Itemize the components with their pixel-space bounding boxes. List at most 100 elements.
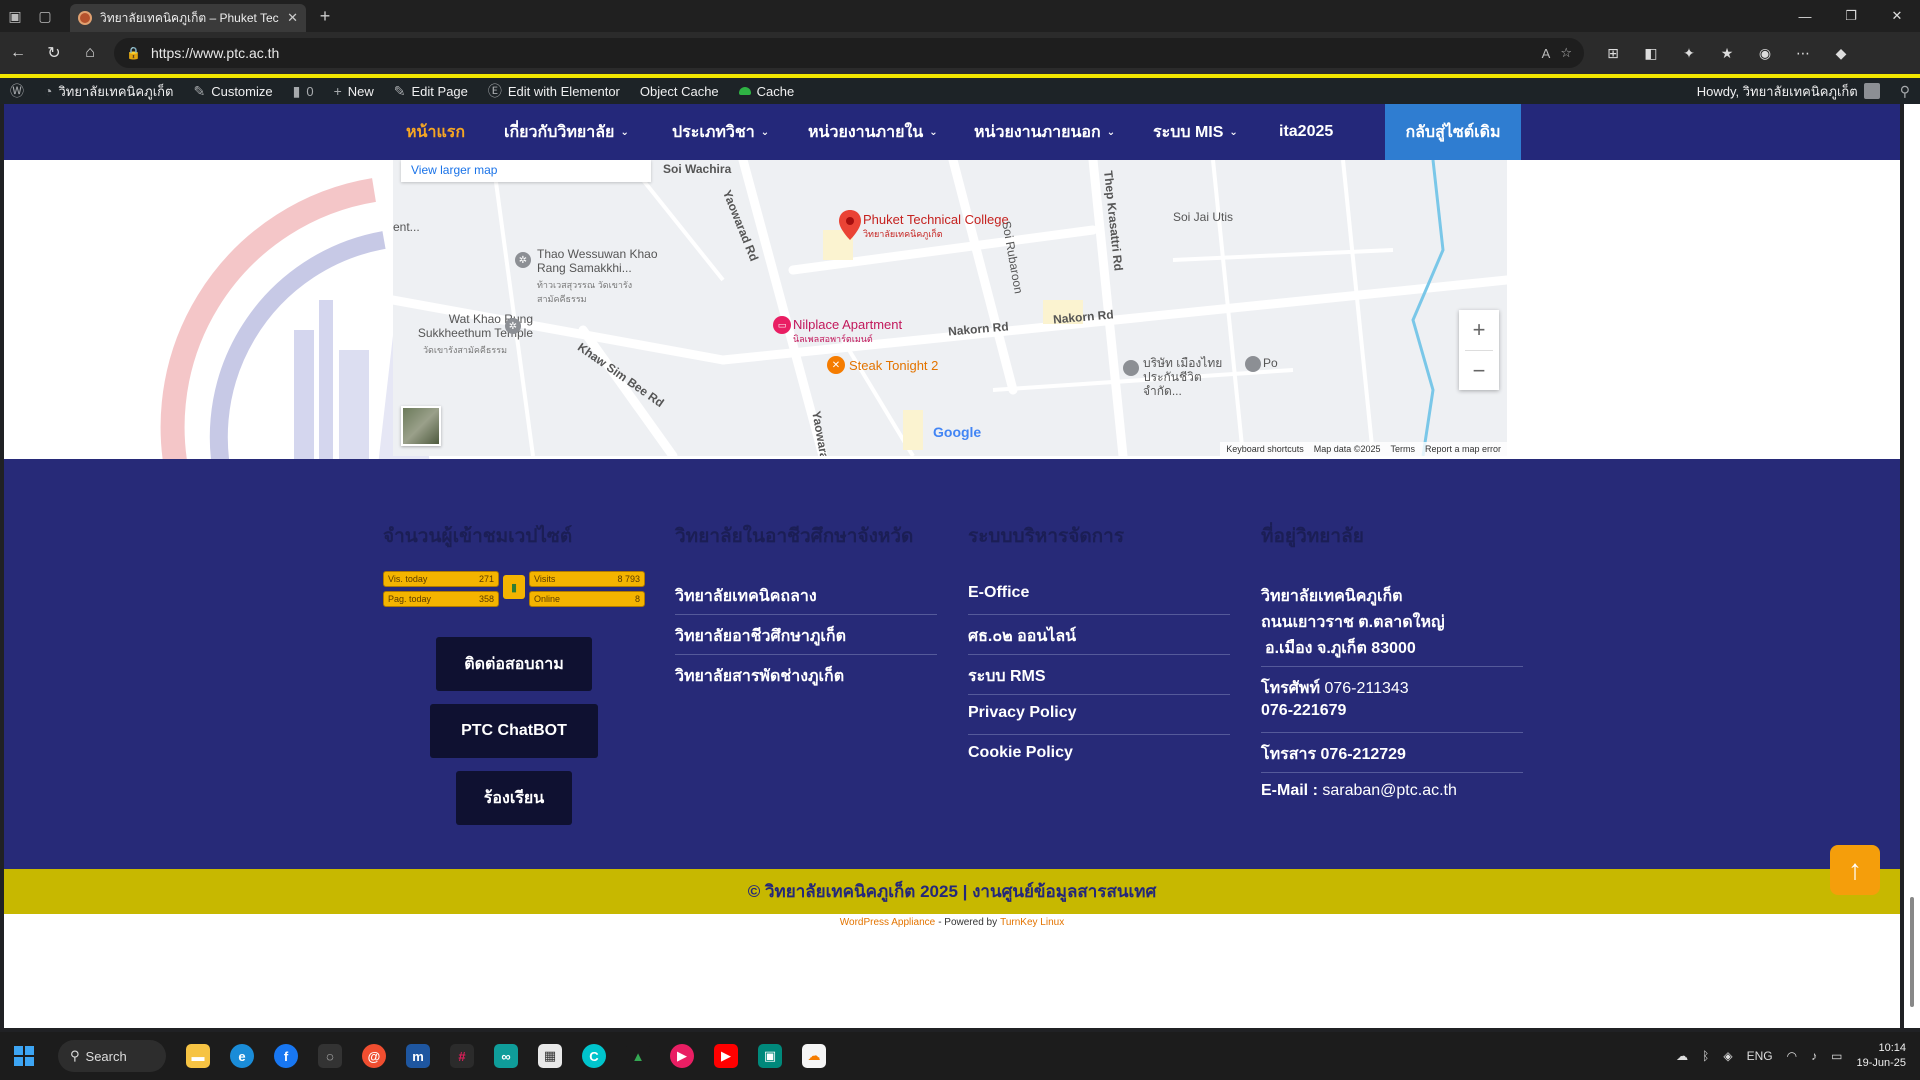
google-map[interactable]: View larger map Phuket Technical College… bbox=[393, 160, 1507, 456]
bluetooth-icon[interactable]: ᛒ bbox=[1702, 1049, 1709, 1063]
object-cache-menu[interactable]: Object Cache bbox=[630, 78, 729, 104]
nav-item-programs[interactable]: ประเภทวิชา ⌄ bbox=[672, 104, 769, 160]
lock-icon[interactable]: 🔒 bbox=[126, 46, 141, 60]
comments-link[interactable]: ▮ 0 bbox=[283, 78, 324, 104]
start-button[interactable] bbox=[0, 1032, 48, 1080]
battery-icon[interactable]: ▭ bbox=[1831, 1049, 1842, 1063]
temple-icon[interactable]: ✲ bbox=[515, 252, 531, 268]
app-swirl[interactable]: @ bbox=[352, 1032, 396, 1080]
apps-icon[interactable]: ⊞ bbox=[1594, 32, 1632, 74]
map-label-wessuwan[interactable]: Thao Wessuwan Khao Rang Samakkhi... bbox=[537, 247, 667, 275]
stats-chart-icon[interactable]: ▮ bbox=[503, 575, 525, 599]
nav-item-internal-units[interactable]: หน่วยงานภายใน ⌄ bbox=[808, 104, 938, 160]
terms-link[interactable]: Terms bbox=[1390, 444, 1415, 454]
edit-elementor-link[interactable]: Ⓔ Edit with Elementor bbox=[478, 78, 630, 104]
admin-search[interactable]: ⚲ bbox=[1890, 78, 1920, 104]
favorite-star-icon[interactable]: ☆ bbox=[1560, 45, 1572, 61]
link-cookie-policy[interactable]: Cookie Policy bbox=[968, 744, 1073, 762]
cache-menu[interactable]: Cache bbox=[729, 78, 805, 104]
wifi-icon[interactable]: ◠ bbox=[1787, 1049, 1797, 1063]
app-cloud[interactable]: ☁ bbox=[792, 1032, 836, 1080]
messenger-app[interactable]: ◌ bbox=[308, 1032, 352, 1080]
map-label-insurance[interactable]: บริษัท เมืองไทยประกันชีวิต จำกัด... bbox=[1143, 356, 1233, 398]
link-sor-tor-02[interactable]: ศธ.๐๒ ออนไลน์ bbox=[968, 624, 1076, 649]
new-tab-button[interactable]: + bbox=[310, 6, 340, 27]
onedrive-icon[interactable]: ☁ bbox=[1676, 1049, 1688, 1063]
business-icon[interactable] bbox=[1245, 356, 1261, 372]
refresh-icon[interactable]: ↻ bbox=[36, 32, 72, 74]
site-name-menu[interactable]: ◔ วิทยาลัยเทคนิคภูเก็ต bbox=[34, 78, 183, 104]
app-player[interactable]: ▶ bbox=[660, 1032, 704, 1080]
wordpress-appliance-link[interactable]: WordPress Appliance bbox=[840, 917, 935, 928]
app-slack[interactable]: # bbox=[440, 1032, 484, 1080]
keyboard-shortcuts-link[interactable]: Keyboard shortcuts bbox=[1226, 444, 1304, 454]
map-label-nilplace[interactable]: Nilplace Apartment bbox=[793, 317, 902, 332]
edge-app[interactable]: e bbox=[220, 1032, 264, 1080]
scrollbar-thumb[interactable] bbox=[1910, 897, 1914, 1007]
hotel-icon[interactable]: ▭ bbox=[773, 316, 791, 334]
nav-item-ita2025[interactable]: ita2025 bbox=[1279, 104, 1333, 160]
temple-icon[interactable]: ✲ bbox=[505, 318, 521, 334]
volume-icon[interactable]: ♪ bbox=[1811, 1049, 1817, 1063]
restaurant-icon[interactable]: ✕ bbox=[827, 356, 845, 374]
taskbar-search[interactable]: ⚲ Search bbox=[58, 1040, 166, 1072]
turnkey-link[interactable]: TurnKey Linux bbox=[1000, 917, 1064, 928]
customize-link[interactable]: ✎ Customize bbox=[183, 78, 282, 104]
split-screen-icon[interactable]: ◧ bbox=[1632, 32, 1670, 74]
app-infinity[interactable]: ∞ bbox=[484, 1032, 528, 1080]
read-aloud-icon[interactable]: A bbox=[1542, 46, 1551, 61]
close-window-button[interactable]: ✕ bbox=[1874, 0, 1920, 32]
map-label-ptc[interactable]: Phuket Technical College bbox=[863, 212, 1009, 227]
home-icon[interactable]: ⌂ bbox=[72, 32, 108, 74]
back-to-old-site-button[interactable]: กลับสู่ไซต์เดิม bbox=[1385, 104, 1521, 160]
complaint-button[interactable]: ร้องเรียน bbox=[456, 771, 572, 825]
favorites-icon[interactable]: ★ bbox=[1708, 32, 1746, 74]
business-icon[interactable] bbox=[1123, 360, 1139, 376]
link-phuket-vocational[interactable]: วิทยาลัยอาชีวศึกษาภูเก็ต bbox=[675, 624, 846, 649]
link-privacy-policy[interactable]: Privacy Policy bbox=[968, 704, 1077, 722]
link-thalang-college[interactable]: วิทยาลัยเทคนิคถลาง bbox=[675, 584, 817, 609]
wp-logo-menu[interactable]: Ⓦ bbox=[0, 78, 34, 104]
more-menu-icon[interactable]: ⋯ bbox=[1784, 32, 1822, 74]
zoom-out-button[interactable]: − bbox=[1459, 351, 1499, 391]
link-rms[interactable]: ระบบ RMS bbox=[968, 664, 1046, 689]
app-meet[interactable]: ▣ bbox=[748, 1032, 792, 1080]
zoom-in-button[interactable]: + bbox=[1459, 310, 1499, 350]
nav-item-home[interactable]: หน้าแรก bbox=[406, 104, 465, 160]
app-youtube[interactable]: ▶ bbox=[704, 1032, 748, 1080]
back-icon[interactable]: ← bbox=[0, 32, 36, 74]
link-e-office[interactable]: E-Office bbox=[968, 584, 1029, 602]
link-polytechnic[interactable]: วิทยาลัยสารพัดช่างภูเก็ต bbox=[675, 664, 844, 689]
tab-actions-icon[interactable]: ▢ bbox=[30, 0, 60, 32]
map-label-steak[interactable]: Steak Tonight 2 bbox=[849, 358, 938, 373]
tab-close-icon[interactable]: ✕ bbox=[287, 10, 298, 26]
url-field[interactable]: 🔒 https://www.ptc.ac.th A ☆ bbox=[114, 38, 1584, 68]
clock[interactable]: 10:14 19-Jun-25 bbox=[1856, 1041, 1906, 1071]
workspaces-icon[interactable]: ▣ bbox=[0, 0, 30, 32]
app-canva[interactable]: C bbox=[572, 1032, 616, 1080]
app-drive[interactable]: ▲ bbox=[616, 1032, 660, 1080]
page-scrollbar[interactable] bbox=[1904, 104, 1920, 1028]
nav-item-external-units[interactable]: หน่วยงานภายนอก ⌄ bbox=[974, 104, 1115, 160]
language-indicator[interactable]: ENG bbox=[1747, 1049, 1773, 1063]
copilot-icon[interactable]: ◆ bbox=[1822, 32, 1860, 74]
nav-item-mis[interactable]: ระบบ MIS ⌄ bbox=[1153, 104, 1238, 160]
app-m[interactable]: m bbox=[396, 1032, 440, 1080]
file-explorer-app[interactable]: ▬ bbox=[176, 1032, 220, 1080]
report-error-link[interactable]: Report a map error bbox=[1425, 444, 1501, 454]
email-address[interactable]: saraban@ptc.ac.th bbox=[1322, 782, 1457, 799]
view-larger-map-link[interactable]: View larger map bbox=[401, 160, 651, 182]
chatbot-button[interactable]: PTC ChatBOT bbox=[430, 704, 598, 758]
edit-page-link[interactable]: ✎ Edit Page bbox=[384, 78, 478, 104]
account-menu[interactable]: Howdy, วิทยาลัยเทคนิคภูเก็ต bbox=[1687, 78, 1890, 104]
security-icon[interactable]: ◈ bbox=[1723, 1049, 1732, 1063]
scroll-to-top-button[interactable]: ↑ bbox=[1830, 845, 1880, 895]
contact-button[interactable]: ติดต่อสอบถาม bbox=[436, 637, 592, 691]
browser-tab[interactable]: วิทยาลัยเทคนิคภูเก็ต – Phuket Techn ✕ bbox=[70, 4, 306, 32]
map-pin-icon[interactable] bbox=[839, 210, 861, 240]
nav-item-about[interactable]: เกี่ยวกับวิทยาลัย ⌄ bbox=[504, 104, 629, 160]
minimize-button[interactable]: — bbox=[1782, 0, 1828, 32]
facebook-app[interactable]: f bbox=[264, 1032, 308, 1080]
extensions-icon[interactable]: ✦ bbox=[1670, 32, 1708, 74]
new-content-menu[interactable]: + New bbox=[324, 78, 384, 104]
